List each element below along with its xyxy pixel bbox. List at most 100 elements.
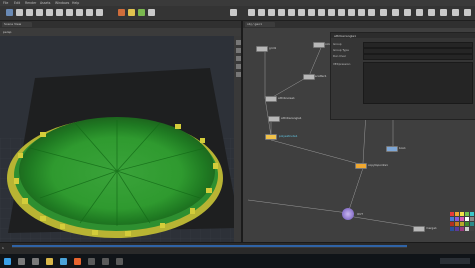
param-run-over-field[interactable]	[363, 54, 473, 60]
node-out[interactable]	[342, 208, 354, 220]
param-group-type-field[interactable]	[363, 48, 473, 54]
env-light-tool-icon[interactable]	[148, 9, 155, 16]
node-color1[interactable]	[313, 42, 325, 48]
view-mode-label[interactable]: persp	[3, 30, 11, 34]
fluid-tool-icon[interactable]	[268, 9, 275, 16]
param-group-field[interactable]	[363, 42, 473, 48]
settings-tool-icon[interactable]	[464, 9, 471, 16]
swatch-pink[interactable]	[460, 217, 464, 221]
torus-tool-icon[interactable]	[46, 9, 53, 16]
node-attribwrangle1[interactable]	[268, 116, 280, 122]
ghost-icon[interactable]	[235, 56, 241, 61]
swatch-dark-red[interactable]	[450, 222, 454, 226]
menu-file[interactable]: File	[3, 1, 8, 5]
swatch-gray[interactable]	[470, 217, 474, 221]
camera-icon[interactable]	[235, 72, 241, 77]
node-scatter1[interactable]	[303, 74, 315, 80]
box-tool-icon[interactable]	[16, 9, 23, 16]
swatch-purple[interactable]	[455, 217, 459, 221]
node-grid1[interactable]	[256, 46, 268, 52]
taskview-icon[interactable]	[32, 257, 39, 265]
menu-edit[interactable]: Edit	[14, 1, 20, 5]
swatch-dark-pink[interactable]	[460, 227, 464, 231]
node-attribnoise1[interactable]	[265, 96, 277, 102]
swatch-dark-gray[interactable]	[470, 227, 474, 231]
scene-viewport[interactable]	[0, 28, 242, 242]
ipr-tool-icon[interactable]	[416, 9, 423, 16]
vellum-tool-icon[interactable]	[318, 9, 325, 16]
node-copytopoints1[interactable]	[355, 163, 367, 169]
flip-tool-icon[interactable]	[328, 9, 335, 16]
solaris-tool-icon[interactable]	[452, 9, 459, 16]
muscle-tool-icon[interactable]	[358, 9, 365, 16]
swatch-dark-green[interactable]	[465, 222, 469, 226]
light-tool-icon[interactable]	[118, 9, 125, 16]
swatch-dark-orange[interactable]	[455, 222, 459, 226]
rbd-tool-icon[interactable]	[248, 9, 255, 16]
terrain-tool-icon[interactable]	[348, 9, 355, 16]
windows-icon[interactable]	[4, 257, 11, 265]
spotlight-tool-icon[interactable]	[128, 9, 135, 16]
grid-tool-icon[interactable]	[56, 9, 63, 16]
tab-network[interactable]: obj / geo1	[245, 22, 275, 27]
swatch-yellow[interactable]	[460, 212, 464, 216]
current-frame[interactable]: 1	[2, 246, 4, 250]
app-icon-1[interactable]	[88, 257, 95, 265]
circle-tool-icon[interactable]	[86, 9, 93, 16]
node-box1[interactable]	[386, 146, 398, 152]
browser-icon[interactable]	[60, 257, 67, 265]
lights-icon[interactable]	[235, 64, 241, 69]
kinefx-tool-icon[interactable]	[380, 9, 387, 16]
swatch-white[interactable]	[465, 217, 469, 221]
swatch-light-gray[interactable]	[465, 227, 469, 231]
mantra-tool-icon[interactable]	[428, 9, 435, 16]
line-tool-icon[interactable]	[76, 9, 83, 16]
swatch-dark-blue[interactable]	[450, 227, 454, 231]
menu-render[interactable]: Render	[25, 1, 36, 5]
camera-tool-icon[interactable]	[138, 9, 145, 16]
tube-tool-icon[interactable]	[36, 9, 43, 16]
param-group-label: Group	[333, 42, 342, 46]
pyro-tool-icon[interactable]	[278, 9, 285, 16]
system-tray[interactable]	[440, 258, 470, 264]
param-row-run-over: Run Over	[333, 54, 473, 60]
swatch-cyan[interactable]	[470, 212, 474, 216]
create-tool-icon[interactable]	[6, 9, 13, 16]
grain-tool-icon[interactable]	[308, 9, 315, 16]
param-vexpression-label: VEXpression	[333, 62, 351, 66]
node-merge1[interactable]	[413, 226, 425, 232]
render-tool-icon[interactable]	[404, 9, 411, 16]
param-row-group: Group	[333, 42, 473, 48]
app-icon-2[interactable]	[102, 257, 109, 265]
tab-scene-view[interactable]: Scene View	[2, 22, 32, 27]
particle-tool-icon[interactable]	[230, 9, 237, 16]
sphere-tool-icon[interactable]	[26, 9, 33, 16]
cloth-tool-icon[interactable]	[258, 9, 265, 16]
ocean-tool-icon[interactable]	[338, 9, 345, 16]
swatch-blue[interactable]	[450, 217, 454, 221]
karma-tool-icon[interactable]	[440, 9, 447, 16]
hair-tool-icon[interactable]	[368, 9, 375, 16]
swatch-dark-yellow[interactable]	[460, 222, 464, 226]
crowd-tool-icon[interactable]	[298, 9, 305, 16]
swatch-green[interactable]	[465, 212, 469, 216]
shaded-icon[interactable]	[235, 48, 241, 53]
swatch-dark-cyan[interactable]	[470, 222, 474, 226]
swatch-red[interactable]	[450, 212, 454, 216]
menu-assets[interactable]: Assets	[40, 1, 50, 5]
search-icon[interactable]	[18, 257, 25, 265]
explorer-icon[interactable]	[46, 257, 53, 265]
light-mixer-tool-icon[interactable]	[392, 9, 399, 16]
curve-tool-icon[interactable]	[96, 9, 103, 16]
node-polyextrude1[interactable]	[265, 134, 277, 140]
app-icon-3[interactable]	[116, 257, 123, 265]
menu-windows[interactable]: Windows	[55, 1, 69, 5]
swatch-dark-purple[interactable]	[455, 227, 459, 231]
menu-help[interactable]: Help	[72, 1, 79, 5]
houdini-icon[interactable]	[74, 257, 81, 265]
param-vexpression-editor[interactable]	[363, 62, 473, 104]
wire-tool-icon[interactable]	[288, 9, 295, 16]
swatch-orange[interactable]	[455, 212, 459, 216]
null-tool-icon[interactable]	[66, 9, 73, 16]
wireframe-icon[interactable]	[235, 40, 241, 45]
